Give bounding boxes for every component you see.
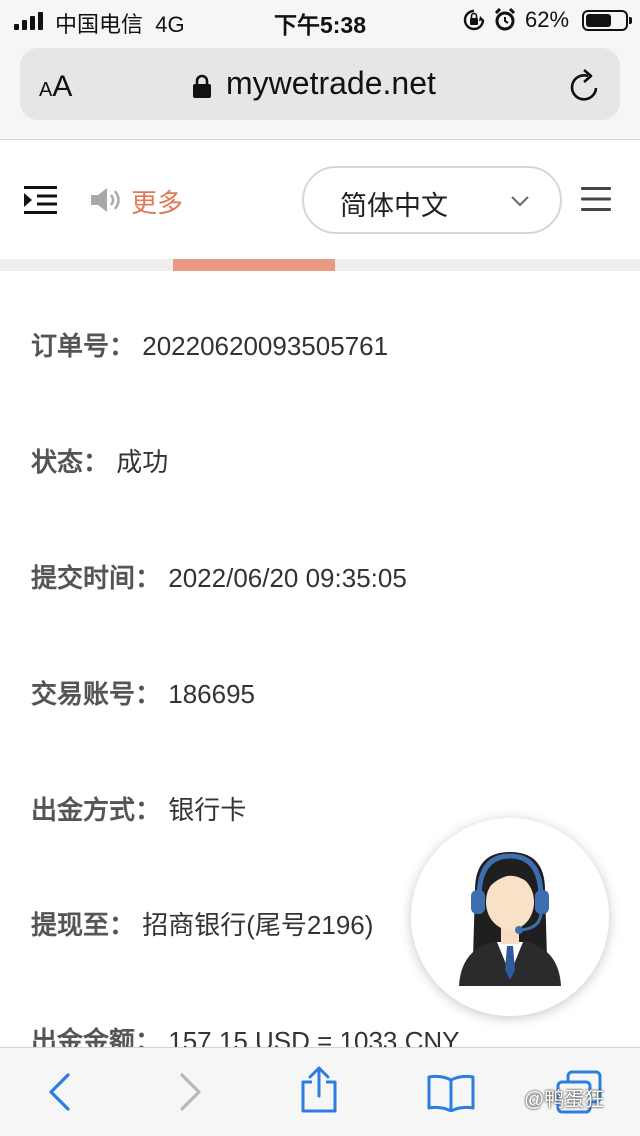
detail-value: 成功 [116, 447, 169, 477]
alarm-icon [494, 8, 516, 31]
detail-label: 出金方式： [31, 795, 162, 825]
menu-indent-icon[interactable] [24, 186, 57, 214]
chevron-down-icon [511, 196, 529, 207]
speaker-icon [91, 188, 120, 212]
detail-row-withdraw-method: 出金方式： 银行卡 [31, 790, 246, 827]
detail-row-status: 状态： 成功 [31, 442, 168, 479]
text-size-button[interactable]: AA [39, 70, 72, 104]
watermark: @鸭蛋狂 [524, 1089, 605, 1111]
detail-value: 186695 [168, 679, 256, 709]
active-tab-indicator [173, 259, 335, 271]
detail-value: 2022/06/20 09:35:05 [168, 563, 407, 593]
detail-value: 银行卡 [168, 795, 247, 825]
reload-icon[interactable] [569, 68, 603, 104]
language-selected-value: 简体中文 [340, 191, 448, 221]
back-icon[interactable] [46, 1072, 72, 1112]
browser-toolbar: AA mywetrade.net [0, 40, 640, 140]
bookmarks-icon[interactable] [426, 1074, 476, 1112]
battery-percent: 62% [525, 7, 570, 32]
rotation-lock-icon [463, 9, 485, 31]
detail-label: 状态： [31, 447, 110, 477]
forward-icon[interactable] [178, 1072, 204, 1112]
detail-label: 交易账号： [31, 679, 162, 709]
url-text[interactable]: mywetrade.net [226, 65, 436, 102]
detail-value: 招商银行(尾号2196) [142, 910, 374, 940]
text-size-small: A [39, 79, 53, 101]
detail-label: 提现至： [31, 910, 136, 940]
detail-value: 20220620093505761 [142, 331, 389, 361]
site-header: 更多 简体中文 [0, 141, 640, 259]
battery-icon [582, 10, 632, 31]
text-size-big: A [52, 70, 73, 103]
customer-service-button[interactable] [411, 818, 609, 1016]
lock-icon [193, 74, 211, 98]
language-select[interactable]: 简体中文 [302, 166, 562, 234]
detail-row-withdraw-to: 提现至： 招商银行(尾号2196) [31, 905, 373, 942]
detail-row-order-number: 订单号： 20220620093505761 [31, 326, 388, 363]
share-icon[interactable] [299, 1066, 339, 1114]
detail-label: 提交时间： [31, 563, 162, 593]
address-bar[interactable]: AA mywetrade.net [20, 48, 620, 120]
detail-label: 订单号： [31, 331, 136, 361]
detail-row-trade-account: 交易账号： 186695 [31, 674, 255, 711]
customer-service-agent-icon [459, 852, 561, 986]
hamburger-menu-icon[interactable] [581, 187, 611, 211]
detail-row-submit-time: 提交时间： 2022/06/20 09:35:05 [31, 558, 407, 595]
more-link[interactable]: 更多 [131, 183, 183, 220]
status-bar: 中国电信 4G 下午5:38 62% [0, 0, 640, 40]
